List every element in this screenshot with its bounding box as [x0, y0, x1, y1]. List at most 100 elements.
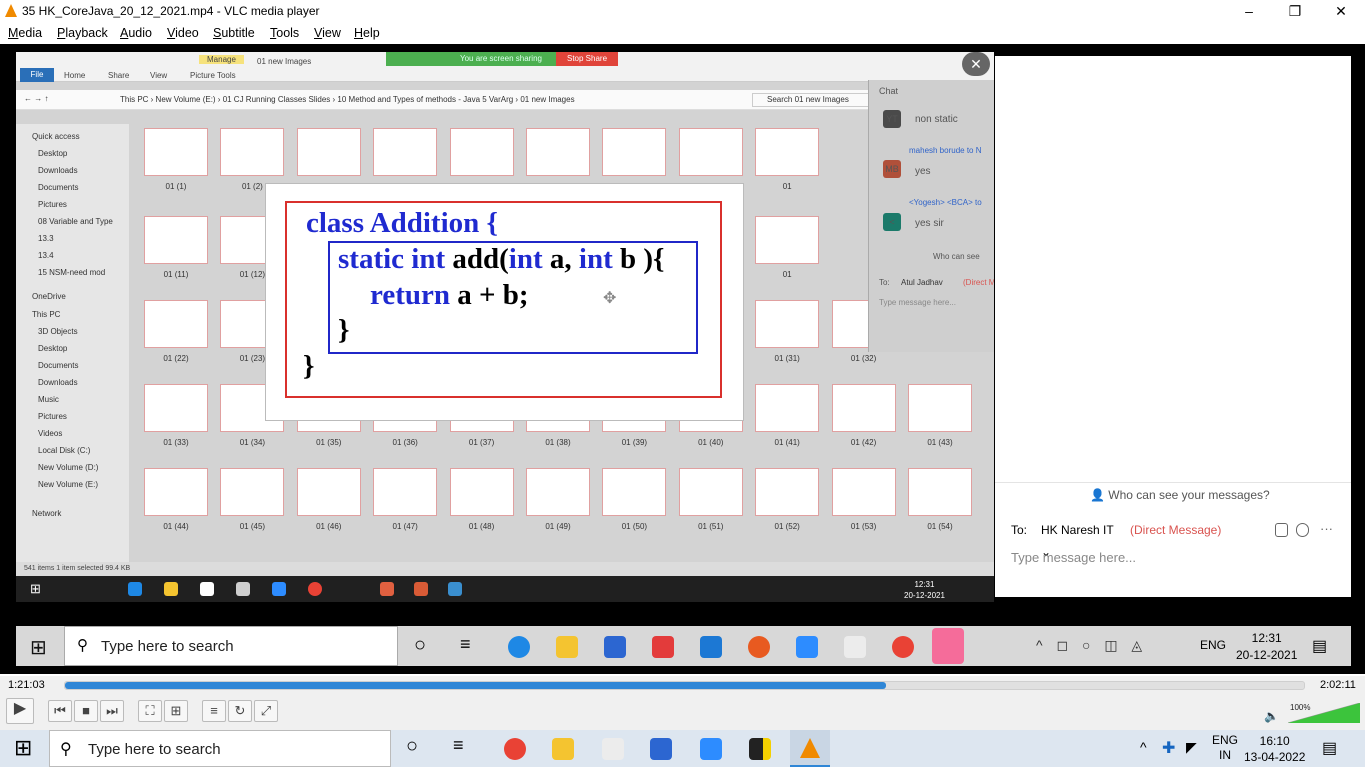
thumbnail-label: 01 (32) [850, 354, 877, 363]
start-button-icon[interactable]: ⊞ [14, 735, 32, 761]
thumbnail [678, 128, 743, 176]
menu-tools[interactable]: Tools [270, 26, 299, 40]
zoom-icon [796, 636, 818, 658]
close-share-icon[interactable]: ✕ [962, 52, 990, 76]
thumbnail [296, 468, 361, 516]
folder-title: 01 new Images [257, 57, 312, 66]
action-center-icon[interactable]: ▤ [1322, 738, 1337, 758]
vlc-cone-icon [5, 4, 17, 17]
inner-clock: 12:31 20-12-2021 [904, 580, 945, 600]
restore-button[interactable]: ❐ [1272, 0, 1318, 22]
address-path: This PC › New Volume (E:) › 01 CJ Runnin… [120, 95, 575, 104]
file-icon[interactable] [1275, 523, 1288, 537]
lang-indicator: ENG [1200, 638, 1227, 652]
tray-plus-icon[interactable]: ✚ [1162, 738, 1175, 758]
random-button[interactable]: ⤢ [254, 700, 278, 722]
taskbar-clock[interactable]: 16:10 13-04-2022 [1244, 733, 1305, 765]
screenrec-icon [932, 628, 964, 664]
stop-button[interactable]: ■ [74, 700, 98, 722]
play-button[interactable]: ▶ [6, 698, 34, 724]
nav-item: Desktop [38, 149, 68, 158]
code-line-4: } [338, 314, 350, 346]
speaker-icon[interactable]: 🔈 [1264, 709, 1279, 723]
chrome-taskbar-icon[interactable] [504, 738, 526, 760]
nav-item: Documents [38, 361, 79, 370]
volume-label: 100% [1290, 703, 1311, 712]
playlist-button[interactable]: ≡ [202, 700, 226, 722]
mini-chat-title: Chat [879, 86, 899, 96]
thumbnail [602, 128, 667, 176]
menu-subtitle[interactable]: Subtitle [213, 26, 255, 40]
store-taskbar-icon[interactable] [650, 738, 672, 760]
menu-view[interactable]: View [314, 26, 341, 40]
nav-item: OneDrive [32, 292, 66, 301]
inner-app-icon [414, 582, 428, 596]
extended-settings-button[interactable]: ⊞ [164, 700, 188, 722]
thumbnail [678, 468, 743, 516]
language-indicator[interactable]: ENG IN [1212, 733, 1238, 763]
mini-avatar: < [883, 213, 901, 231]
inner-edge-icon [128, 582, 142, 596]
edge-icon [508, 636, 530, 658]
search-icon: ⚲ [77, 637, 88, 654]
menu-media[interactable]: Media [8, 26, 42, 40]
mini-dm: (Direct M [963, 278, 994, 287]
thumbnail [373, 468, 438, 516]
previous-button[interactable]: ⏮ [48, 700, 72, 722]
to-label: To: [1011, 523, 1028, 537]
tray-icons: ^ ◻ ○ ◫ ◬ [1036, 637, 1148, 653]
taskbar-search-box[interactable]: ⚲ Type here to search [49, 730, 391, 767]
stop-share-button: Stop Share [556, 52, 618, 66]
emoji-icon[interactable] [1296, 523, 1309, 537]
code-line-3: return a + b; [370, 279, 529, 311]
minimize-button[interactable]: – [1226, 0, 1272, 22]
sticky-notes-taskbar-icon[interactable] [749, 738, 771, 760]
thumbnail [755, 300, 820, 348]
menu-audio[interactable]: Audio [120, 26, 152, 40]
thumbnail-label: 01 (48) [468, 522, 495, 531]
nav-item: 13.4 [38, 251, 54, 260]
menu-playback[interactable]: Playback [57, 26, 108, 40]
message-input[interactable]: Type message here... [1011, 550, 1136, 565]
wifi-icon[interactable]: ◤ [1186, 739, 1197, 756]
inner-chrome-icon [308, 582, 322, 596]
elapsed-time: 1:21:03 [8, 679, 45, 691]
thumbnail-label: 01 (54) [927, 522, 953, 531]
next-button[interactable]: ⏭ [100, 700, 124, 722]
close-button[interactable]: ✕ [1318, 0, 1364, 22]
thumbnail-label: 01 (50) [621, 522, 648, 531]
explorer-taskbar-icon[interactable] [552, 738, 574, 760]
thumbnail-label: 01 (40) [698, 438, 724, 447]
inner-mail-icon [236, 582, 250, 596]
snip-taskbar-icon[interactable] [602, 738, 624, 760]
thumbnail-label: 01 (22) [163, 354, 189, 363]
manage-tab: Manage [199, 55, 244, 64]
recipient-select[interactable]: HK Naresh IT ⌄ [1036, 519, 1124, 559]
menu-help[interactable]: Help [354, 26, 380, 40]
menu-bar: Media Playback Audio Video Subtitle Tool… [0, 22, 1365, 44]
vlc-taskbar-button[interactable] [790, 730, 830, 767]
seek-bar[interactable] [64, 681, 1305, 690]
ribbon-tab-picture-tools: Picture Tools [190, 71, 236, 80]
more-icon[interactable]: ··· [1320, 521, 1333, 536]
tray-chevron-icon[interactable]: ^ [1140, 739, 1147, 755]
taskview-button-icon[interactable]: ≡ [453, 735, 464, 756]
mini-msg: non static [915, 114, 958, 125]
zoom-taskbar-icon[interactable] [700, 738, 722, 760]
thumbnail-label: 01 (41) [774, 438, 800, 447]
thumbnail [755, 468, 820, 516]
who-can-see-link[interactable]: 👤 Who can see your messages? [1090, 488, 1270, 502]
fullscreen-button[interactable]: ⛶ [138, 700, 162, 722]
thumbnail [602, 468, 667, 516]
cortana-button-icon[interactable]: ○ [406, 735, 418, 758]
inner-photos-icon [448, 582, 462, 596]
thumbnail-label: 01 (44) [163, 522, 189, 531]
thumbnail-label: 01 (38) [545, 438, 571, 447]
thumbnail-label: 01 (52) [774, 522, 800, 531]
mini-recipient: Atul Jadhav [901, 278, 943, 287]
thumbnail-label: 01 (47) [392, 522, 418, 531]
menu-video[interactable]: Video [167, 26, 199, 40]
loop-button[interactable]: ↻ [228, 700, 252, 722]
thumbnail-label: 01 (36) [392, 438, 418, 447]
code-line-2: static int add(int a, int b ){ [338, 243, 665, 275]
